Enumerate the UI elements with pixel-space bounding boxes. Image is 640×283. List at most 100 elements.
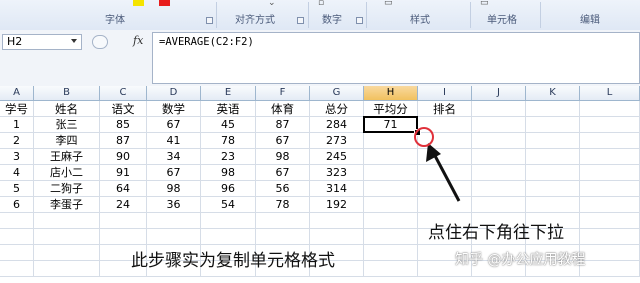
table-cell[interactable] <box>418 181 472 197</box>
table-cell[interactable] <box>580 117 640 133</box>
table-cell[interactable] <box>0 213 34 229</box>
table-cell[interactable] <box>418 165 472 181</box>
table-cell[interactable]: 192 <box>310 197 364 213</box>
table-cell[interactable] <box>364 197 418 213</box>
alignment-group-launcher-icon[interactable] <box>297 17 304 24</box>
table-cell[interactable] <box>310 229 364 245</box>
header-cell[interactable]: 平均分 <box>364 101 418 117</box>
name-box[interactable]: H2 <box>2 34 82 50</box>
name-box-dropdown-icon[interactable] <box>71 39 77 43</box>
table-cell[interactable]: 98 <box>147 181 201 197</box>
table-cell[interactable]: 2 <box>0 133 34 149</box>
table-cell[interactable] <box>418 197 472 213</box>
formula-input[interactable]: =AVERAGE(C2:F2) <box>152 32 640 84</box>
table-cell[interactable] <box>526 165 580 181</box>
table-cell[interactable]: 李四 <box>34 133 100 149</box>
table-cell[interactable]: 85 <box>100 117 147 133</box>
table-cell[interactable]: 67 <box>256 165 310 181</box>
insert-function-icon[interactable]: fx <box>133 34 143 47</box>
table-cell[interactable] <box>34 213 100 229</box>
table-cell[interactable]: 36 <box>147 197 201 213</box>
table-cell[interactable] <box>100 213 147 229</box>
table-cell[interactable] <box>364 133 418 149</box>
table-cell[interactable]: 78 <box>201 133 256 149</box>
table-cell[interactable]: 王麻子 <box>34 149 100 165</box>
table-cell[interactable]: 98 <box>256 149 310 165</box>
column-header-h[interactable]: H <box>364 86 418 101</box>
table-cell[interactable]: 67 <box>147 117 201 133</box>
font-group-launcher-icon[interactable] <box>206 17 213 24</box>
table-cell[interactable]: 张三 <box>34 117 100 133</box>
column-header-c[interactable]: C <box>100 86 147 101</box>
header-cell[interactable]: 姓名 <box>34 101 100 117</box>
table-cell[interactable] <box>580 197 640 213</box>
table-cell[interactable] <box>580 181 640 197</box>
column-header-a[interactable]: A <box>0 86 34 101</box>
column-header-f[interactable]: F <box>256 86 310 101</box>
table-cell[interactable]: 23 <box>201 149 256 165</box>
table-cell[interactable] <box>364 149 418 165</box>
table-cell[interactable]: 41 <box>147 133 201 149</box>
table-cell[interactable] <box>526 197 580 213</box>
table-cell[interactable] <box>472 165 526 181</box>
column-header-l[interactable]: L <box>580 86 640 101</box>
table-cell[interactable]: 24 <box>100 197 147 213</box>
table-cell[interactable]: 3 <box>0 149 34 165</box>
table-cell[interactable] <box>580 149 640 165</box>
table-cell[interactable] <box>256 229 310 245</box>
table-cell[interactable]: 273 <box>310 133 364 149</box>
table-cell[interactable] <box>147 229 201 245</box>
table-cell[interactable]: 78 <box>256 197 310 213</box>
table-cell[interactable] <box>201 213 256 229</box>
header-cell[interactable] <box>472 101 526 117</box>
insert-cells-icon[interactable]: ▭ <box>480 0 489 8</box>
table-cell[interactable] <box>580 213 640 229</box>
table-cell[interactable]: 李蛋子 <box>34 197 100 213</box>
table-cell[interactable] <box>100 229 147 245</box>
table-cell[interactable] <box>472 181 526 197</box>
table-cell[interactable] <box>580 165 640 181</box>
table-cell[interactable] <box>472 133 526 149</box>
table-cell[interactable] <box>526 117 580 133</box>
header-cell[interactable]: 数学 <box>147 101 201 117</box>
table-cell[interactable] <box>364 213 418 229</box>
table-cell[interactable]: 96 <box>201 181 256 197</box>
column-header-k[interactable]: K <box>526 86 580 101</box>
table-cell[interactable]: 店小二 <box>34 165 100 181</box>
table-cell[interactable]: 67 <box>147 165 201 181</box>
table-cell[interactable]: 45 <box>201 117 256 133</box>
table-cell[interactable]: 91 <box>100 165 147 181</box>
table-cell[interactable] <box>0 245 34 261</box>
table-cell[interactable]: 6 <box>0 197 34 213</box>
table-cell[interactable]: 98 <box>201 165 256 181</box>
header-cell[interactable]: 总分 <box>310 101 364 117</box>
table-cell[interactable]: 54 <box>201 197 256 213</box>
table-cell[interactable]: 5 <box>0 181 34 197</box>
header-cell[interactable] <box>526 101 580 117</box>
table-cell[interactable]: 56 <box>256 181 310 197</box>
font-color-swatch[interactable] <box>159 0 170 6</box>
table-cell[interactable]: 67 <box>256 133 310 149</box>
column-header-i[interactable]: I <box>418 86 472 101</box>
column-header-d[interactable]: D <box>147 86 201 101</box>
table-cell[interactable] <box>580 245 640 261</box>
table-cell[interactable] <box>526 133 580 149</box>
header-cell[interactable]: 英语 <box>201 101 256 117</box>
table-cell[interactable]: 64 <box>100 181 147 197</box>
table-cell[interactable] <box>472 117 526 133</box>
conditional-format-icon[interactable]: ▭ <box>384 0 393 8</box>
table-cell[interactable] <box>364 261 418 277</box>
column-header-g[interactable]: G <box>310 86 364 101</box>
table-cell[interactable]: 87 <box>100 133 147 149</box>
orientation-icon[interactable]: ⌄ <box>268 0 276 8</box>
table-cell[interactable] <box>580 133 640 149</box>
table-cell[interactable] <box>34 245 100 261</box>
column-header-e[interactable]: E <box>201 86 256 101</box>
table-cell[interactable]: 34 <box>147 149 201 165</box>
table-cell[interactable]: 90 <box>100 149 147 165</box>
table-cell[interactable] <box>364 229 418 245</box>
table-cell[interactable] <box>364 165 418 181</box>
table-cell[interactable] <box>310 213 364 229</box>
table-cell[interactable] <box>147 213 201 229</box>
table-cell[interactable] <box>580 229 640 245</box>
